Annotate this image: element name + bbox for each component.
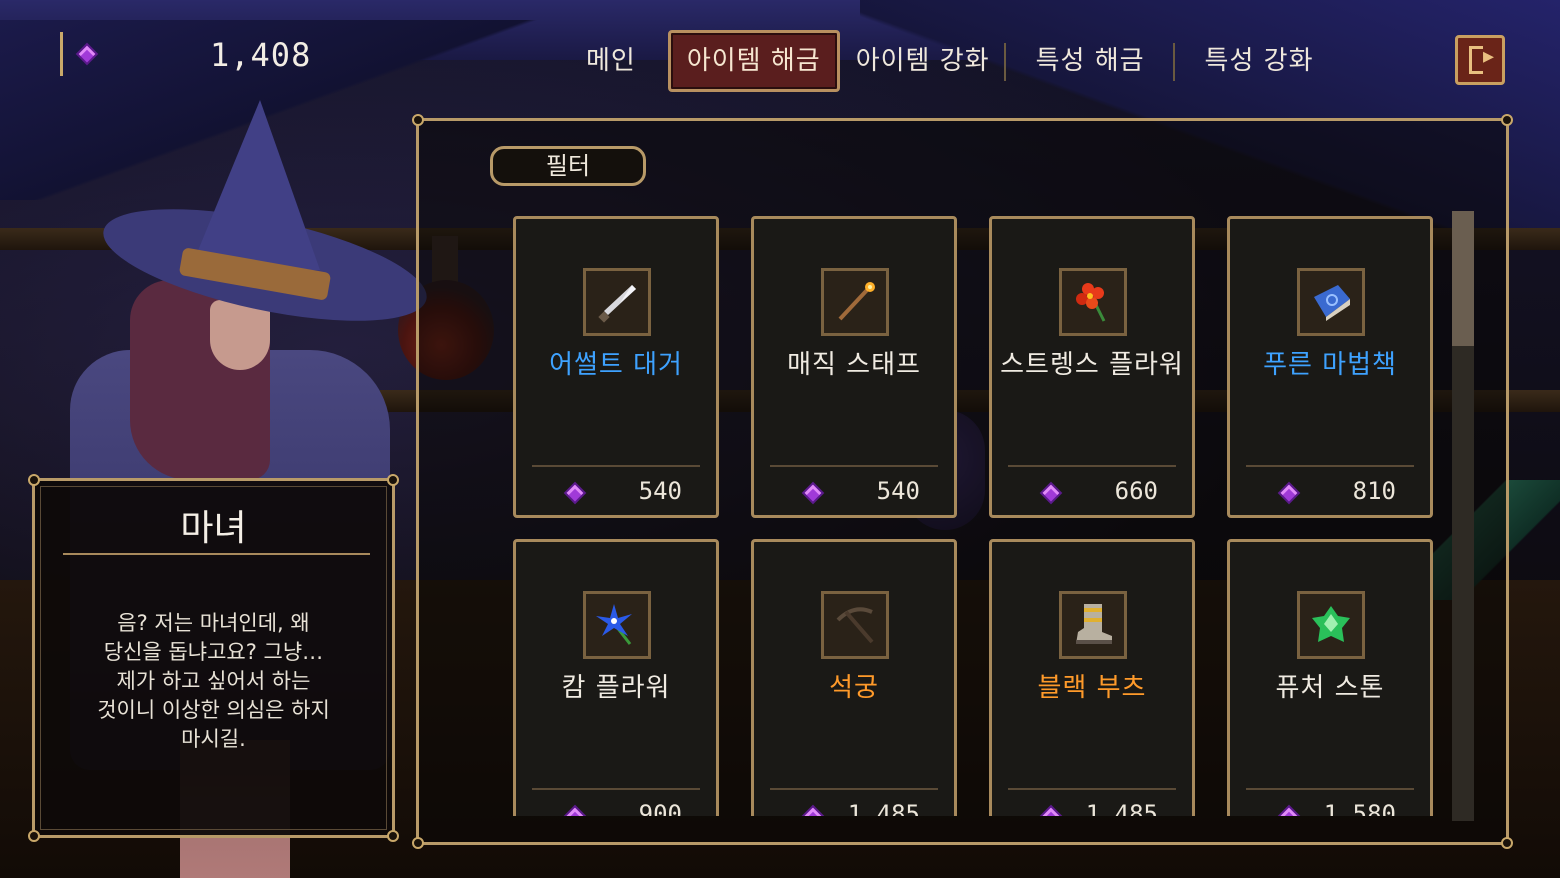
item-icon-frame bbox=[583, 268, 651, 336]
dagger-icon bbox=[598, 285, 636, 323]
item-name: 캄 플라워 bbox=[561, 673, 671, 703]
panel-corner bbox=[412, 114, 424, 126]
item-price: 810 bbox=[1352, 477, 1396, 505]
item-price: 1,580 bbox=[1323, 800, 1396, 816]
panel-corner bbox=[1501, 837, 1513, 849]
item-name: 매직 스태프 bbox=[787, 350, 921, 380]
blue-flower-icon bbox=[596, 604, 632, 645]
card-divider bbox=[1008, 788, 1176, 790]
item-name: 블랙 부츠 bbox=[1037, 673, 1147, 703]
card-divider bbox=[1246, 788, 1414, 790]
dialog-corner bbox=[387, 830, 399, 842]
card-divider bbox=[532, 788, 700, 790]
purple-gem-icon bbox=[566, 807, 584, 816]
tab-trait-unlock[interactable]: 특성 해금 bbox=[1006, 33, 1175, 89]
item-card[interactable]: 스트렝스 플라워 660 bbox=[989, 216, 1195, 518]
item-name: 어썰트 대거 bbox=[549, 350, 683, 380]
item-price: 900 bbox=[638, 800, 682, 816]
item-grid: 어썰트 대거 540 매직 스태프 540 스트렝스 플라워 660 푸른 마법… bbox=[513, 216, 1437, 816]
card-divider bbox=[770, 788, 938, 790]
dialog-divider bbox=[63, 553, 370, 555]
purple-gem-icon bbox=[566, 484, 584, 502]
item-card[interactable]: 석궁 1,485 bbox=[751, 539, 957, 816]
item-name: 스트렝스 플라워 bbox=[1000, 350, 1184, 380]
item-card[interactable]: 블랙 부츠 1,485 bbox=[989, 539, 1195, 816]
card-divider bbox=[1008, 465, 1176, 467]
currency-display bbox=[60, 30, 96, 78]
dialog-corner bbox=[387, 474, 399, 486]
currency-amount: 1,408 bbox=[210, 36, 312, 74]
item-icon-frame bbox=[1297, 591, 1365, 659]
filter-button[interactable]: 필터 bbox=[490, 146, 646, 186]
boots-icon bbox=[1076, 604, 1112, 644]
item-price: 660 bbox=[1114, 477, 1158, 505]
item-unlock-panel: 필터 어썰트 대거 540 매직 스태프 540 스트렝스 플라워 660 푸른… bbox=[412, 114, 1513, 849]
npc-dialog-text: 음? 저는 마녀인데, 왜 당신을 돕냐고요? 그냥… 제가 하고 싶어서 하는… bbox=[97, 611, 330, 751]
item-name: 석궁 bbox=[829, 673, 879, 703]
item-price: 540 bbox=[638, 477, 682, 505]
card-divider bbox=[1246, 465, 1414, 467]
tab-item-unlock[interactable]: 아이템 해금 bbox=[667, 30, 840, 92]
item-card[interactable]: 푸른 마법책 810 bbox=[1227, 216, 1433, 518]
item-card[interactable]: 어썰트 대거 540 bbox=[513, 216, 719, 518]
staff-icon bbox=[838, 282, 875, 321]
tab-trait-upgrade[interactable]: 특성 강화 bbox=[1175, 33, 1344, 89]
crossbow-icon bbox=[836, 607, 874, 644]
npc-name: 마녀 bbox=[180, 508, 247, 549]
item-icon-frame bbox=[583, 591, 651, 659]
item-price: 1,485 bbox=[1085, 800, 1158, 816]
tab-item-upgrade[interactable]: 아이템 강화 bbox=[840, 33, 1006, 89]
purple-gem-icon bbox=[804, 807, 822, 816]
dialog-corner bbox=[28, 830, 40, 842]
dialog-corner bbox=[28, 474, 40, 486]
purple-gem-icon bbox=[1280, 807, 1298, 816]
panel-corner bbox=[1501, 114, 1513, 126]
purple-gem-icon bbox=[1042, 484, 1060, 502]
item-icon-frame bbox=[1059, 591, 1127, 659]
card-divider bbox=[770, 465, 938, 467]
item-card[interactable]: 매직 스태프 540 bbox=[751, 216, 957, 518]
item-icon-frame bbox=[821, 268, 889, 336]
item-price: 540 bbox=[876, 477, 920, 505]
purple-gem-icon bbox=[78, 45, 96, 63]
witch-hat bbox=[190, 100, 320, 270]
witch-face bbox=[210, 300, 270, 370]
exit-door-icon[interactable] bbox=[1455, 35, 1505, 85]
item-icon-frame bbox=[821, 591, 889, 659]
item-name: 푸른 마법책 bbox=[1263, 350, 1397, 380]
card-divider bbox=[532, 465, 700, 467]
npc-dialog: 마녀 음? 저는 마녀인데, 왜 당신을 돕냐고요? 그냥… 제가 하고 싶어서… bbox=[28, 474, 399, 842]
panel-corner bbox=[412, 837, 424, 849]
green-stone-icon bbox=[1312, 606, 1350, 642]
red-flower-icon bbox=[1076, 283, 1106, 322]
item-price: 1,485 bbox=[847, 800, 920, 816]
item-icon-frame bbox=[1297, 268, 1365, 336]
purple-gem-icon bbox=[804, 484, 822, 502]
purple-gem-icon bbox=[1042, 807, 1060, 816]
item-card[interactable]: 캄 플라워 900 bbox=[513, 539, 719, 816]
top-navigation: 메인 아이템 해금 아이템 강화 특성 해금 특성 강화 bbox=[570, 30, 1344, 92]
item-icon-frame bbox=[1059, 268, 1127, 336]
currency-divider bbox=[60, 32, 63, 76]
tab-main[interactable]: 메인 bbox=[570, 33, 652, 89]
item-card[interactable]: 퓨처 스톤 1,580 bbox=[1227, 539, 1433, 816]
item-name: 퓨처 스톤 bbox=[1275, 673, 1385, 703]
scrollbar-thumb[interactable] bbox=[1452, 211, 1474, 346]
item-list-scrollbar[interactable] bbox=[1452, 211, 1474, 821]
blue-spellbook-icon bbox=[1314, 285, 1350, 321]
purple-gem-icon bbox=[1280, 484, 1298, 502]
